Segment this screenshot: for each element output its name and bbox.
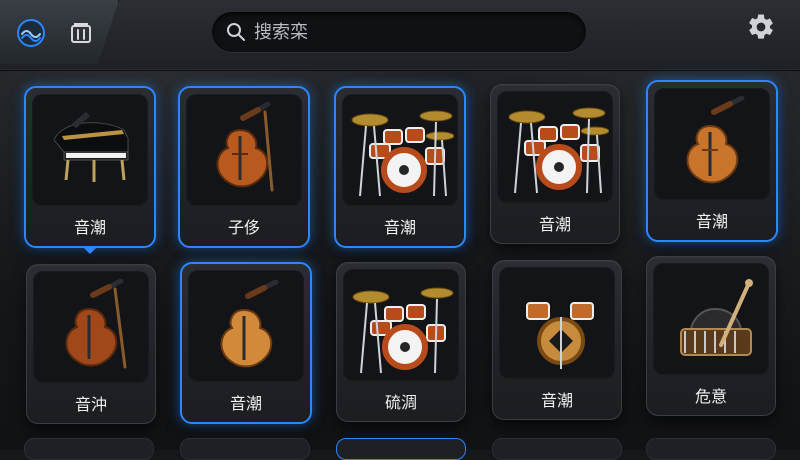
instrument-tile[interactable]: 音潮	[180, 262, 312, 424]
next-row-tile[interactable]	[492, 438, 622, 460]
violin-icon	[676, 96, 754, 194]
instrument-label: 音潮	[538, 215, 571, 234]
search-bar[interactable]	[212, 12, 586, 52]
instrument-image-well	[497, 91, 613, 203]
drum-kit-icon	[351, 281, 455, 377]
violin-icon	[210, 280, 288, 378]
instrument-image-well	[32, 94, 148, 206]
instrument-label: 音潮	[695, 212, 728, 231]
drum-small-icon	[521, 285, 601, 371]
instrument-image-well	[343, 269, 459, 381]
instrument-label: 音潮	[73, 218, 106, 237]
instrument-label: 音潮	[383, 218, 416, 237]
instrument-label: 子侈	[227, 218, 260, 237]
search-input[interactable]	[254, 12, 574, 52]
violin-icon	[210, 102, 280, 200]
next-row-tile[interactable]	[336, 438, 466, 460]
instrument-tile[interactable]: 硫淍	[336, 262, 466, 422]
instrument-label: 硫淍	[384, 393, 417, 412]
instrument-label: 音潮	[540, 391, 573, 410]
instrument-image-well	[33, 271, 149, 383]
next-row-tile[interactable]	[646, 438, 776, 460]
instrument-image-well	[654, 88, 770, 200]
instrument-label: 危意	[694, 387, 727, 406]
drum-kit-icon	[350, 104, 454, 200]
wave-logo-icon[interactable]	[16, 18, 46, 48]
instrument-label: 音沖	[74, 395, 107, 414]
instrument-tile[interactable]: 危意	[646, 256, 776, 416]
gear-icon[interactable]	[744, 10, 778, 44]
instrument-tile[interactable]: 音潮	[492, 260, 622, 420]
folder-icon[interactable]	[66, 18, 96, 48]
instrument-image-well	[342, 94, 458, 206]
violin-icon	[55, 279, 133, 377]
top-bar	[0, 0, 800, 71]
instrument-tile[interactable]: 音沖	[26, 264, 156, 424]
selected-indicator-arrow	[82, 246, 98, 254]
drum-kit-icon	[505, 101, 609, 197]
next-row-tile[interactable]	[180, 438, 310, 460]
next-row-tile[interactable]	[24, 438, 154, 460]
instrument-tile[interactable]: 子侈	[178, 86, 310, 248]
instrument-image-well	[188, 270, 304, 382]
instrument-tile[interactable]: 音潮	[24, 86, 156, 248]
instrument-tile[interactable]: 音潮	[490, 84, 620, 244]
search-icon	[226, 22, 246, 42]
instrument-image-well	[186, 94, 302, 206]
instrument-image-well	[653, 263, 769, 375]
guzheng-icon	[671, 275, 761, 369]
grand-piano-icon	[44, 112, 136, 186]
instrument-image-well	[499, 267, 615, 379]
instrument-label: 音潮	[229, 394, 262, 413]
instrument-tile[interactable]: 音潮	[646, 80, 778, 242]
instrument-tile[interactable]: 音潮	[334, 86, 466, 248]
